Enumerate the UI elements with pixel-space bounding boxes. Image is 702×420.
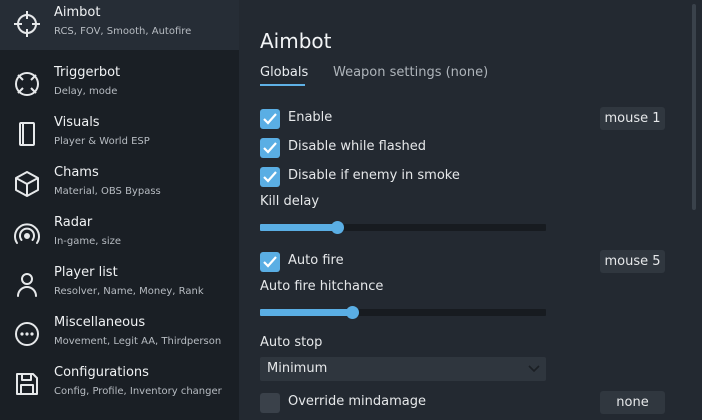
sidebar-item-subtitle: In-game, size <box>54 236 122 247</box>
sidebar-item-title: Miscellaneous <box>54 315 146 330</box>
auto-stop-dropdown[interactable]: Minimum <box>260 357 546 381</box>
sidebar-item-radar[interactable]: Radar In-game, size <box>0 210 239 260</box>
sidebar-item-title: Triggerbot <box>54 65 121 80</box>
disable-in-smoke-checkbox[interactable] <box>260 167 280 187</box>
kill-delay-slider-fill <box>260 224 337 231</box>
more-icon <box>12 319 42 349</box>
sidebar-item-subtitle: Delay, mode <box>54 86 118 97</box>
sidebar-item-title: Visuals <box>54 115 100 130</box>
sidebar-item-subtitle: RCS, FOV, Smooth, Autofire <box>54 26 192 37</box>
chevron-down-icon <box>528 365 540 373</box>
disable-in-smoke-label: Disable if enemy in smoke <box>288 168 460 183</box>
sidebar-item-subtitle: Config, Profile, Inventory changer <box>54 386 222 397</box>
disable-while-flashed-label: Disable while flashed <box>288 139 426 154</box>
page-title: Aimbot <box>260 29 332 53</box>
box-icon <box>12 119 42 149</box>
sidebar-item-aimbot[interactable]: Aimbot RCS, FOV, Smooth, Autofire <box>0 0 239 50</box>
kill-delay-label: Kill delay <box>260 194 320 209</box>
scrollbar[interactable] <box>692 4 696 210</box>
sidebar-item-player-list[interactable]: Player list Resolver, Name, Money, Rank <box>0 260 239 310</box>
check-icon <box>263 113 277 125</box>
main-panel: Aimbot Globals Weapon settings (none) En… <box>239 0 702 420</box>
sidebar-item-configurations[interactable]: Configurations Config, Profile, Inventor… <box>0 360 239 410</box>
kill-delay-slider[interactable] <box>260 221 546 234</box>
auto-fire-hitchance-slider-fill <box>260 309 352 316</box>
check-icon <box>263 171 277 183</box>
sidebar-item-visuals[interactable]: Visuals Player & World ESP <box>0 110 239 160</box>
auto-fire-keybind-button[interactable]: mouse 5 <box>600 250 665 273</box>
radar-icon <box>12 219 42 249</box>
sidebar-item-miscellaneous[interactable]: Miscellaneous Movement, Legit AA, Thirdp… <box>0 310 239 360</box>
sidebar-item-triggerbot[interactable]: Triggerbot Delay, mode <box>0 60 239 110</box>
override-mindamage-checkbox[interactable] <box>260 393 280 413</box>
auto-fire-checkbox[interactable] <box>260 252 280 272</box>
sidebar-item-title: Player list <box>54 265 118 280</box>
override-mindamage-label: Override mindamage <box>288 394 426 409</box>
sidebar-item-subtitle: Material, OBS Bypass <box>54 186 161 197</box>
auto-fire-hitchance-slider[interactable] <box>260 306 546 319</box>
person-icon <box>12 269 42 299</box>
disable-while-flashed-checkbox[interactable] <box>260 138 280 158</box>
enable-keybind-button[interactable]: mouse 1 <box>600 107 665 130</box>
cube-icon <box>12 169 42 199</box>
sidebar-item-subtitle: Movement, Legit AA, Thirdperson <box>54 336 222 347</box>
save-icon <box>12 369 42 399</box>
check-icon <box>263 256 277 268</box>
sidebar-item-title: Chams <box>54 165 99 180</box>
sidebar-item-subtitle: Resolver, Name, Money, Rank <box>54 286 204 297</box>
sidebar-item-title: Configurations <box>54 365 149 380</box>
tab-globals[interactable]: Globals <box>260 65 308 80</box>
sidebar-item-chams[interactable]: Chams Material, OBS Bypass <box>0 160 239 210</box>
crosshair-icon <box>12 9 42 39</box>
enable-label: Enable <box>288 110 333 125</box>
kill-delay-slider-handle[interactable] <box>331 221 344 234</box>
sidebar: Aimbot RCS, FOV, Smooth, Autofire Trigge… <box>0 0 239 420</box>
auto-stop-selected-value: Minimum <box>267 361 328 376</box>
cheat-menu-window: Aimbot RCS, FOV, Smooth, Autofire Trigge… <box>0 0 702 420</box>
sidebar-item-title: Aimbot <box>54 5 101 20</box>
override-mindamage-keybind-button[interactable]: none <box>600 391 665 414</box>
check-icon <box>263 142 277 154</box>
active-tab-indicator <box>260 84 305 86</box>
auto-fire-hitchance-label: Auto fire hitchance <box>260 279 384 294</box>
target-icon <box>12 69 42 99</box>
auto-fire-hitchance-slider-handle[interactable] <box>346 306 359 319</box>
sidebar-item-subtitle: Player & World ESP <box>54 136 150 147</box>
auto-stop-label: Auto stop <box>260 335 323 350</box>
auto-fire-label: Auto fire <box>288 253 344 268</box>
tab-weapon-settings[interactable]: Weapon settings (none) <box>333 65 488 80</box>
sidebar-item-title: Radar <box>54 215 93 230</box>
enable-checkbox[interactable] <box>260 109 280 129</box>
